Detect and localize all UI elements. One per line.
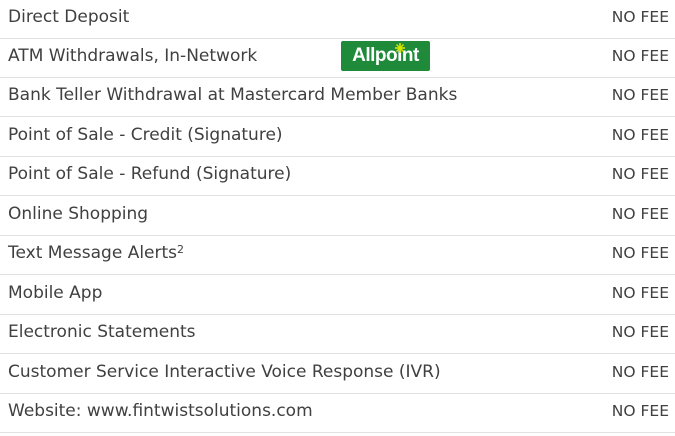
- fee-row-customer-service-ivr: Customer Service Interactive Voice Respo…: [0, 355, 675, 394]
- fee-row-electronic-statements: Electronic Statements NO FEE: [0, 315, 675, 354]
- fee-value: NO FEE: [611, 402, 669, 420]
- fee-row-online-shopping: Online Shopping NO FEE: [0, 197, 675, 236]
- fee-label: Electronic Statements: [8, 322, 196, 342]
- fee-value: NO FEE: [611, 205, 669, 223]
- fee-row-direct-deposit: Direct Deposit NO FEE: [0, 0, 675, 39]
- fee-row-pos-refund: Point of Sale - Refund (Signature) NO FE…: [0, 157, 675, 196]
- fee-schedule-table: Direct Deposit NO FEE ATM Withdrawals, I…: [0, 0, 675, 436]
- fee-value: NO FEE: [611, 8, 669, 26]
- fee-label: Mobile App: [8, 283, 103, 303]
- fee-label: Text Message Alerts2: [8, 242, 184, 264]
- fee-label: Website: www.fintwistsolutions.com: [8, 401, 313, 421]
- fee-row-bank-teller: Bank Teller Withdrawal at Mastercard Mem…: [0, 78, 675, 117]
- fee-label: Bank Teller Withdrawal at Mastercard Mem…: [8, 85, 458, 105]
- fee-value: NO FEE: [611, 244, 669, 262]
- fee-label: Point of Sale - Refund (Signature): [8, 164, 292, 184]
- fee-row-atm-withdrawals: ATM Withdrawals, In-Network Allpoint NO …: [0, 39, 675, 78]
- footnote-marker: 2: [177, 243, 185, 256]
- fee-value: NO FEE: [611, 126, 669, 144]
- fee-label: Direct Deposit: [8, 7, 130, 27]
- fee-row-text-alerts: Text Message Alerts2 NO FEE: [0, 236, 675, 275]
- fee-value: NO FEE: [611, 363, 669, 381]
- allpoint-logo: Allpoint: [341, 41, 430, 71]
- fee-value: NO FEE: [611, 47, 669, 65]
- fee-value: NO FEE: [611, 165, 669, 183]
- fee-value: NO FEE: [611, 323, 669, 341]
- fee-row-website: Website: www.fintwistsolutions.com NO FE…: [0, 394, 675, 433]
- fee-label: Online Shopping: [8, 204, 149, 224]
- fee-row-mobile-app: Mobile App NO FEE: [0, 276, 675, 315]
- fee-label: Customer Service Interactive Voice Respo…: [8, 362, 441, 382]
- fee-row-pos-credit: Point of Sale - Credit (Signature) NO FE…: [0, 118, 675, 157]
- fee-value: NO FEE: [611, 86, 669, 104]
- fee-value: NO FEE: [611, 284, 669, 302]
- fee-label: Point of Sale - Credit (Signature): [8, 125, 283, 145]
- fee-label-text: Text Message Alerts: [8, 243, 178, 263]
- allpoint-star-icon: [395, 43, 405, 53]
- fee-label: ATM Withdrawals, In-Network: [8, 46, 258, 66]
